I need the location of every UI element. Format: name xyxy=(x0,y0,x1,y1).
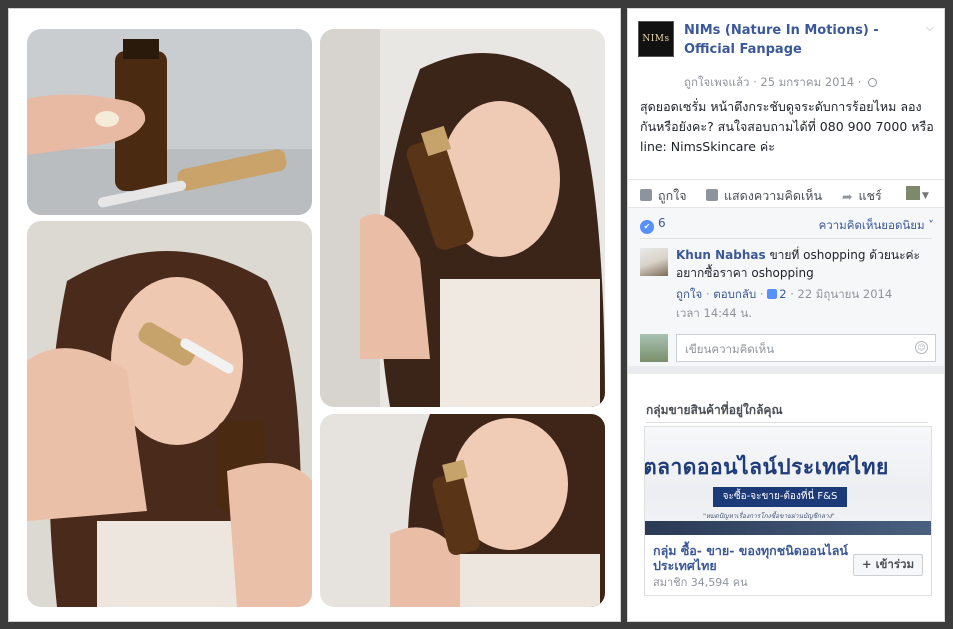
page-logo[interactable]: NIMs xyxy=(638,21,674,57)
photo-dropper-finger[interactable] xyxy=(27,29,312,215)
emoji-icon[interactable]: ☺ xyxy=(915,341,928,354)
banner-title: ตลาดออนไลน์ประเทศไทย xyxy=(645,455,889,479)
top-comments-dropdown[interactable]: ความคิดเห็นยอดนิยม ˅ xyxy=(819,217,934,235)
group-banner[interactable]: ตลาดออนไลน์ประเทศไทย จะซื้อ-จะขาย-ต้องที… xyxy=(645,427,931,535)
like-label: ถูกใจ xyxy=(658,188,687,203)
banner-strip xyxy=(645,521,931,535)
comment-time: เวลา 14:44 น. xyxy=(676,306,752,320)
like-summary[interactable]: ✔ 6 xyxy=(640,216,666,234)
share-label: แชร์ xyxy=(858,188,882,203)
liked-page-label[interactable]: ถูกใจเพจแล้ว xyxy=(684,75,749,89)
avatar xyxy=(640,334,668,362)
groups-section-title: กลุ่มขายสินค้าที่อยู่ใกล้คุณ xyxy=(646,403,783,417)
photo-woman-dropper-image xyxy=(27,221,312,607)
profile-thumb-icon xyxy=(906,186,920,200)
comment-date[interactable]: 22 มิถุนายน 2014 xyxy=(798,287,893,301)
speech-bubble-icon xyxy=(706,189,718,201)
join-group-button[interactable]: + เข้าร่วม xyxy=(853,554,923,576)
avatar[interactable] xyxy=(640,248,668,276)
photo-woman-smiling[interactable] xyxy=(320,414,605,607)
chevron-down-icon[interactable]: ⌵ xyxy=(926,21,934,35)
like-badge-icon: ✔ xyxy=(640,220,654,234)
photo-woman-dropper[interactable] xyxy=(27,221,312,607)
post-side-panel: NIMs NIMs (Nature In Motions) - Official… xyxy=(627,8,945,622)
like-count: 6 xyxy=(658,216,666,230)
divider xyxy=(646,422,928,423)
post-meta: ถูกใจเพจแล้ว · 25 มกราคม 2014 · xyxy=(684,74,878,92)
group-name-link[interactable]: กลุ่ม ซื้อ- ขาย- ของทุกชนิดออนไลน์ ประเท… xyxy=(653,543,849,573)
share-as-selector[interactable]: ▼ xyxy=(906,186,932,201)
banner-subtext: "หมดปัญหาเรื่องการโกงซื้อขายผ่านบัญชีกลา… xyxy=(703,512,835,520)
comment-input[interactable]: เขียนความคิดเห็น xyxy=(676,334,936,362)
group-member-count: สมาชิก 34,594 คน xyxy=(653,576,748,589)
page-name-link[interactable]: NIMs (Nature In Motions) - Official Fanp… xyxy=(684,21,924,59)
post-header: NIMs NIMs (Nature In Motions) - Official… xyxy=(638,19,934,89)
post-date[interactable]: 25 มกราคม 2014 xyxy=(760,75,854,89)
photo-woman-holding-bottle[interactable] xyxy=(320,29,605,407)
comment-reply-link[interactable]: ตอบกลับ xyxy=(713,287,756,301)
comment-button[interactable]: แสดงความคิดเห็น xyxy=(706,186,822,206)
comments-section: ✔ 6 ความคิดเห็นยอดนิยม ˅ Khun Nabhas ขายท… xyxy=(628,207,944,366)
globe-icon xyxy=(868,78,878,87)
comment-like-count[interactable]: 2 xyxy=(779,287,786,301)
post-actions: ถูกใจ แสดงความคิดเห็น ➦ แชร์ ▼ xyxy=(628,179,944,207)
thumb-up-icon xyxy=(640,189,652,201)
thumb-up-icon xyxy=(767,289,778,299)
comment-author[interactable]: Khun Nabhas xyxy=(676,248,766,262)
caret-down-icon: ▼ xyxy=(922,191,929,201)
like-button[interactable]: ถูกใจ xyxy=(640,186,687,206)
photo-collage xyxy=(8,8,621,622)
comment-body: Khun Nabhas ขายที่ oshopping ด้วยนะค่ะ อ… xyxy=(676,246,938,282)
photo-woman-smiling-image xyxy=(320,414,605,607)
group-suggestion-card: ตลาดออนไลน์ประเทศไทย จะซื้อ-จะขาย-ต้องที… xyxy=(644,426,932,596)
share-arrow-icon: ➦ xyxy=(842,189,853,204)
share-button[interactable]: ➦ แชร์ xyxy=(842,186,882,206)
caret-down-icon: ˅ xyxy=(928,218,934,232)
write-comment-row: เขียนความคิดเห็น ☺ xyxy=(640,334,936,362)
photo-woman-holding-bottle-image xyxy=(320,29,605,407)
top-comments-label: ความคิดเห็นยอดนิยม xyxy=(818,218,925,232)
comment-label: แสดงความคิดเห็น xyxy=(724,188,823,203)
comment-like-link[interactable]: ถูกใจ xyxy=(676,287,702,301)
banner-tagline: จะซื้อ-จะขาย-ต้องที่นี่ F&S xyxy=(713,487,847,507)
post-text: สุดยอดเซรั่ม หน้าตึงกระชับดูจระดับการร้อ… xyxy=(640,99,934,154)
divider xyxy=(640,238,932,239)
photo-dropper-finger-image xyxy=(27,29,312,215)
comment-meta: ถูกใจ · ตอบกลับ · 2 · 22 มิถุนายน 2014 เ… xyxy=(676,287,893,320)
section-gap xyxy=(628,366,944,374)
